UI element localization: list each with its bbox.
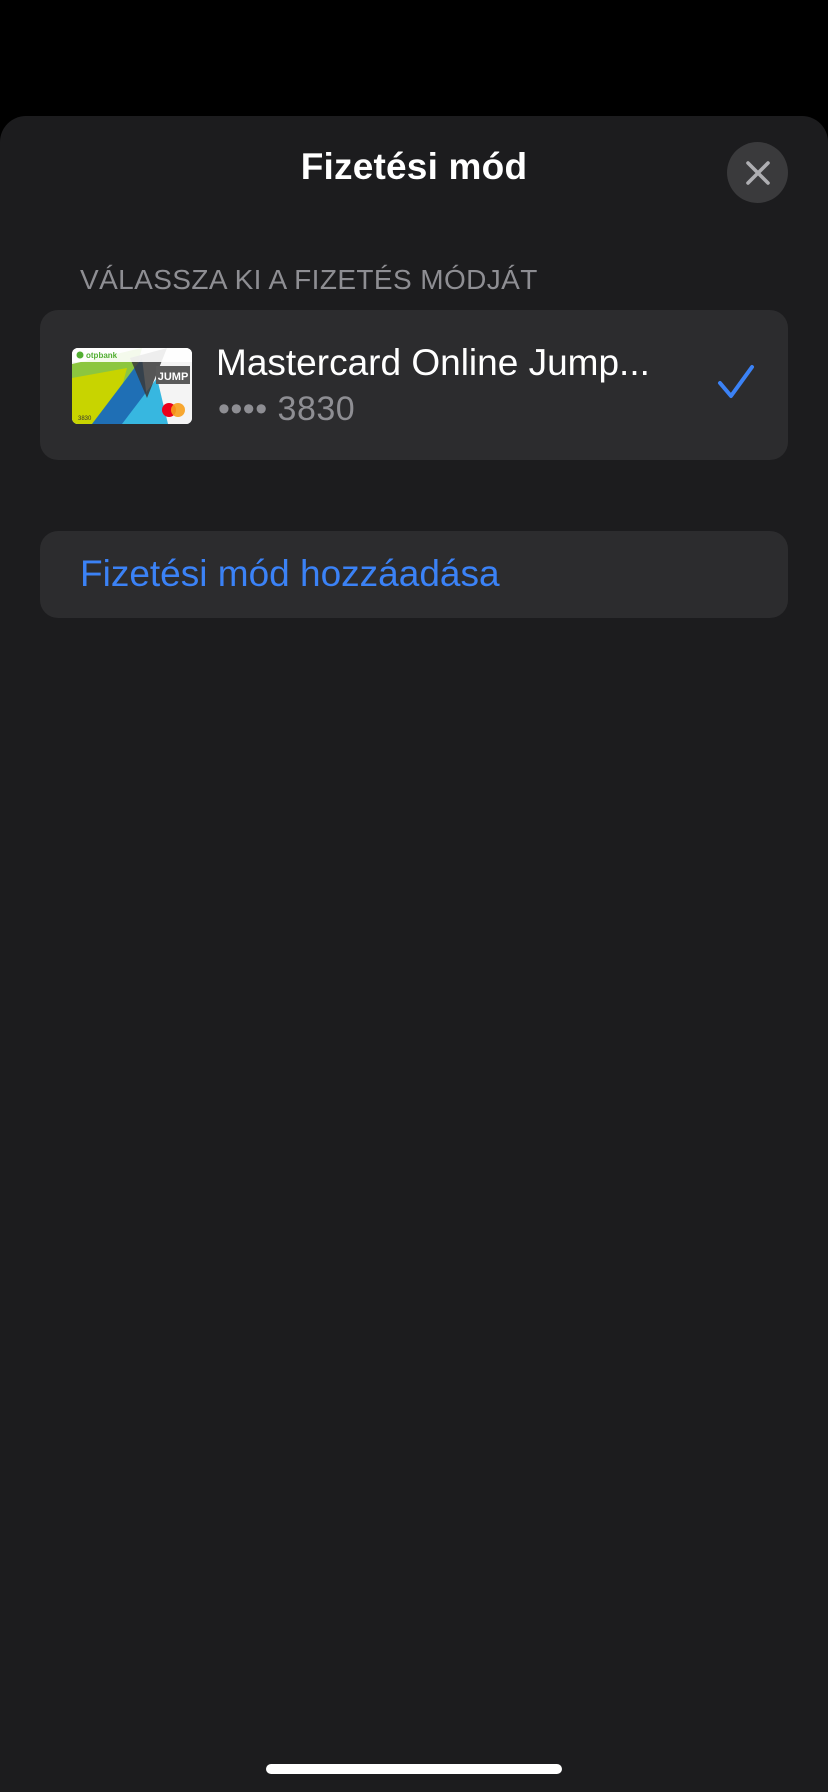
home-indicator[interactable] (266, 1764, 562, 1774)
sheet-title: Fizetési mód (300, 146, 528, 187)
section-header: VÁLASSZA KI A FIZETÉS MÓDJÁT (80, 264, 538, 295)
close-button[interactable] (727, 142, 788, 203)
add-payment-method-button[interactable]: Fizetési mód hozzáadása (40, 531, 788, 618)
card-name: Mastercard Online Jump... (216, 342, 650, 383)
card-bank-logo: otpbank (86, 351, 118, 360)
card-small-number: 3830 (78, 416, 92, 422)
card-brand-text: JUMP (158, 371, 189, 383)
screen: Fizetési mód VÁLASSZA KI A FIZETÉS MÓDJÁ… (0, 0, 828, 1792)
add-payment-method-label: Fizetési mód hozzáadása (80, 553, 500, 594)
checkmark-icon (718, 365, 754, 398)
card-image: JUMP otpbank 3830 (72, 348, 192, 424)
payment-method-row[interactable]: JUMP otpbank 3830 Mastercard Online Jump… (40, 310, 788, 460)
card-number: •••• 3830 (218, 390, 356, 428)
close-icon (745, 160, 770, 185)
